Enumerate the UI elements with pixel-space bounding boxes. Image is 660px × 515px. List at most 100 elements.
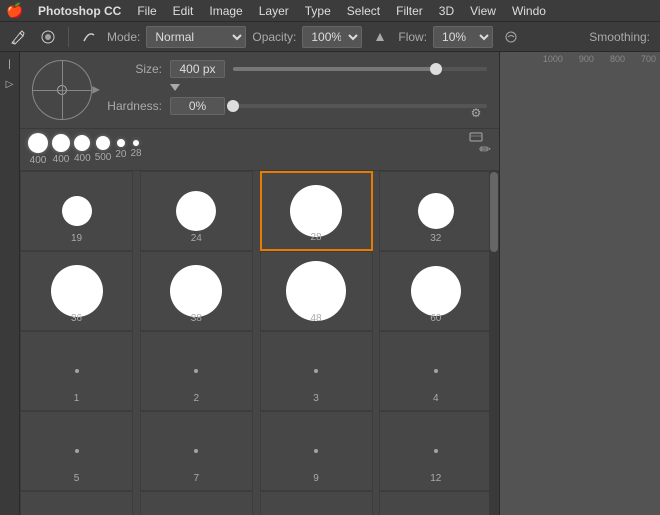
panel-settings-icon[interactable]: ⚙ [467, 104, 485, 122]
preset-circle-4 [117, 139, 125, 147]
menubar-type[interactable]: Type [297, 0, 339, 22]
tool-left-icon-2[interactable]: ▷ [2, 76, 18, 92]
size-label: Size: [102, 62, 162, 76]
brush-cell-0[interactable]: 19 [20, 171, 133, 251]
apple-menu[interactable]: 🍎 [0, 2, 30, 19]
size-input[interactable] [170, 60, 225, 78]
preset-label-3: 500 [95, 152, 112, 163]
brush-cell-11[interactable]: 4 [379, 331, 492, 411]
brush-cell-19[interactable] [379, 491, 492, 515]
preset-label-4: 20 [115, 149, 126, 160]
preset-thumb-4[interactable]: 20 [115, 139, 126, 160]
brush-cell-5[interactable]: 38 [140, 251, 253, 331]
opacity-icon[interactable] [368, 25, 392, 49]
brush-cell-10[interactable]: 3 [260, 331, 373, 411]
tool-left-icon-1[interactable]: | [2, 56, 18, 72]
preset-thumb-0[interactable]: 400 [28, 133, 48, 166]
menubar-file[interactable]: File [129, 0, 164, 22]
brush-cell-label-9: 2 [193, 393, 199, 404]
flow-label: Flow: [398, 30, 427, 44]
flow-select[interactable]: 10% [433, 26, 493, 48]
brush-preset-icon[interactable] [77, 25, 101, 49]
mode-select[interactable]: Normal [146, 26, 246, 48]
brush-cell-label-15: 12 [430, 473, 441, 484]
brush-cell-4[interactable]: 36 [20, 251, 133, 331]
brush-cell-14[interactable]: 9 [260, 411, 373, 491]
preset-thumb-1[interactable]: 400 [52, 134, 70, 165]
brush-sliders: Size: Hardness: [102, 60, 487, 115]
brush-circle-4 [51, 265, 103, 317]
menubar-image[interactable]: Image [201, 0, 250, 22]
brush-cell-label-6: 48 [310, 313, 321, 324]
brush-cell-label-1: 24 [191, 233, 202, 244]
brush-circle-12 [75, 449, 79, 453]
preset-thumb-3[interactable]: 500 [95, 136, 112, 163]
menubar-3d[interactable]: 3D [431, 0, 462, 22]
brush-tool-button[interactable] [6, 25, 30, 49]
preset-thumb-5[interactable]: 28 [131, 140, 142, 159]
menubar-edit[interactable]: Edit [165, 0, 202, 22]
size-slider-track[interactable] [233, 67, 487, 71]
brush-circle-3 [418, 193, 454, 229]
brush-expand-arrow[interactable]: ▶ [92, 85, 100, 96]
brush-scrollbar-thumb[interactable] [490, 172, 498, 252]
brush-cell-label-10: 3 [313, 393, 319, 404]
menubar-view[interactable]: View [462, 0, 504, 22]
brush-circle-8 [75, 369, 79, 373]
menubar: 🍎 Photoshop CC File Edit Image Layer Typ… [0, 0, 660, 22]
brush-cell-16[interactable] [20, 491, 133, 515]
panel-mask-icon[interactable] [467, 128, 485, 146]
size-slider-thumb[interactable] [430, 63, 442, 75]
menubar-photoshop[interactable]: Photoshop CC [30, 0, 129, 22]
brush-cell-6[interactable]: 48 [260, 251, 373, 331]
main-area: | ▷ ▶ Size: [0, 52, 660, 515]
hardness-input[interactable] [170, 97, 225, 115]
ruler-1000: 1000 [543, 54, 563, 64]
brush-cell-3[interactable]: 32 [379, 171, 492, 251]
brush-cell-12[interactable]: 5 [20, 411, 133, 491]
brush-circle-10 [314, 369, 318, 373]
brush-circle-11 [434, 369, 438, 373]
size-triangle [170, 84, 180, 91]
brush-cell-8[interactable]: 1 [20, 331, 133, 411]
canvas-area[interactable]: 1000 900 800 700 [500, 52, 660, 515]
brush-circle-9 [194, 369, 198, 373]
brush-cell-9[interactable]: 2 [140, 331, 253, 411]
brush-cell-label-14: 9 [313, 473, 319, 484]
brush-cell-13[interactable]: 7 [140, 411, 253, 491]
hardness-slider-track[interactable] [233, 104, 487, 108]
preset-circle-1 [52, 134, 70, 152]
brush-preview [32, 60, 92, 120]
preset-circle-2 [74, 135, 90, 151]
preset-circle-0 [28, 133, 48, 153]
size-slider-row: Size: [102, 60, 487, 78]
brush-cell-1[interactable]: 24 [140, 171, 253, 251]
preset-thumb-2[interactable]: 400 [74, 135, 91, 164]
brush-cell-label-4: 36 [71, 313, 82, 324]
mode-label: Mode: [107, 30, 140, 44]
brush-cell-label-3: 32 [430, 233, 441, 244]
brush-options-button[interactable] [36, 25, 60, 49]
brush-cell-2[interactable]: 28 [260, 171, 373, 251]
menubar-layer[interactable]: Layer [251, 0, 297, 22]
menubar-window[interactable]: Windo [504, 0, 554, 22]
hardness-slider-thumb[interactable] [227, 100, 239, 112]
flow-icon[interactable] [499, 25, 523, 49]
brush-cell-15[interactable]: 12 [379, 411, 492, 491]
brush-cell-7[interactable]: 60 [379, 251, 492, 331]
brush-circle-15 [434, 449, 438, 453]
ruler-900: 900 [579, 54, 594, 64]
ruler-700: 700 [641, 54, 656, 64]
brush-cell-17[interactable] [140, 491, 253, 515]
hardness-slider-row: Hardness: [102, 97, 487, 115]
menubar-filter[interactable]: Filter [388, 0, 431, 22]
menubar-select[interactable]: Select [339, 0, 388, 22]
opacity-label: Opacity: [252, 30, 296, 44]
brush-cell-label-13: 7 [193, 473, 199, 484]
toolbar-sep-1 [68, 27, 69, 47]
brush-scrollbar[interactable] [489, 171, 499, 515]
opacity-select[interactable]: 100% [302, 26, 362, 48]
brush-cell-18[interactable] [260, 491, 373, 515]
preset-label-0: 400 [30, 155, 47, 166]
preset-label-2: 400 [74, 153, 91, 164]
